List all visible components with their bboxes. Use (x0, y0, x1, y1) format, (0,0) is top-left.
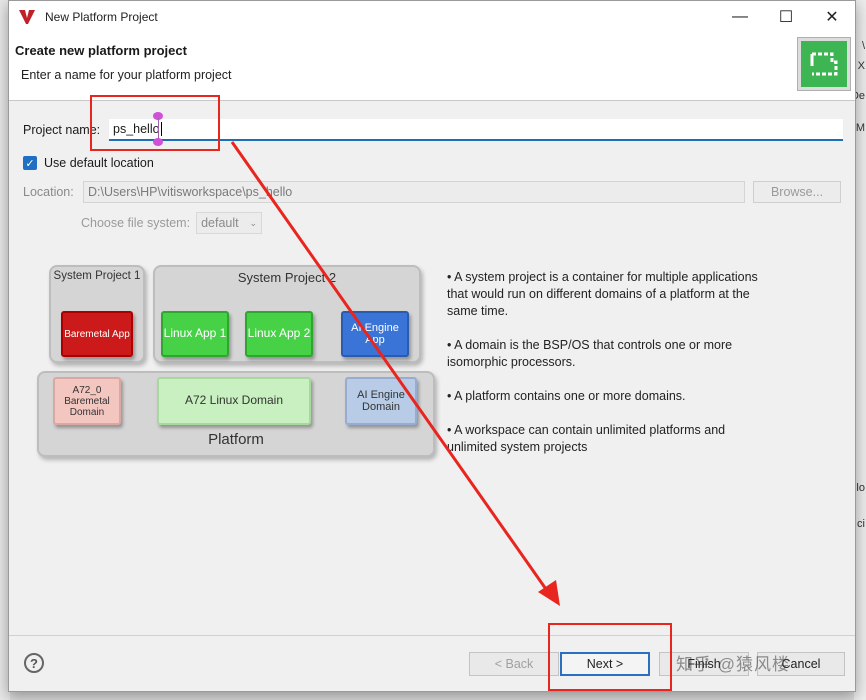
system-project-2-panel: System Project 2 Linux App 1 Linux App 2… (153, 265, 421, 363)
a72-linux-domain-block: A72 Linux Domain (157, 377, 311, 425)
minimize-icon: — (732, 8, 748, 25)
wizard-banner-image (797, 37, 851, 91)
file-system-value: default (201, 216, 239, 230)
text-selection-handle-bottom (153, 138, 163, 146)
info-paragraph: • A workspace can contain unlimited plat… (447, 423, 726, 454)
info-paragraph: • A domain is the BSP/OS that controls o… (447, 338, 733, 369)
linux-app-1-block: Linux App 1 (161, 311, 229, 357)
wizard-title: Create new platform project (15, 43, 187, 58)
info-text: • A system project is a container for mu… (447, 269, 767, 473)
bg-fragment: ci (857, 518, 865, 530)
footer-separator (9, 635, 855, 636)
close-icon: ✕ (825, 9, 839, 26)
system-project-1-title: System Project 1 (53, 270, 141, 282)
platform-wizard-icon (810, 52, 838, 76)
bg-fragment: X (857, 60, 865, 72)
use-default-location-label: Use default location (44, 156, 154, 170)
system-project-1-panel: System Project 1 Baremetal App (49, 265, 145, 363)
next-button-highlight-box (548, 623, 672, 691)
info-paragraph: • A platform contains one or more domain… (447, 389, 686, 403)
watermark-text: 知乎 @猿风楼 (676, 655, 790, 674)
bg-fragment: M (855, 122, 865, 134)
file-system-select[interactable]: default ⌄ (196, 212, 263, 234)
info-paragraph: • A system project is a container for mu… (447, 270, 758, 318)
wizard-subtitle: Enter a name for your platform project (21, 68, 232, 82)
use-default-location-checkbox[interactable]: ✓ (23, 156, 37, 170)
ai-engine-domain-block: AI Engine Domain (345, 377, 417, 425)
minimize-button[interactable]: — (717, 1, 763, 33)
close-button[interactable]: ✕ (809, 1, 855, 33)
vitis-logo-icon (19, 10, 35, 24)
file-system-label: Choose file system: (81, 216, 191, 230)
text-selection-line (158, 118, 159, 140)
platform-title: Platform (208, 431, 264, 448)
browse-button[interactable]: Browse... (753, 181, 841, 203)
platform-diagram: System Project 1 Baremetal App System Pr… (37, 263, 437, 459)
file-system-row: Choose file system: default ⌄ (81, 212, 263, 234)
wizard-header: Create new platform project Enter a name… (9, 33, 855, 101)
maximize-icon: ☐ (778, 9, 794, 26)
chevron-down-icon: ⌄ (249, 217, 258, 228)
maximize-button[interactable]: ☐ (763, 1, 809, 33)
help-icon[interactable]: ? (24, 653, 44, 673)
linux-app-2-block: Linux App 2 (245, 311, 313, 357)
checkmark-icon: ✓ (25, 157, 35, 170)
platform-panel: A72_0 Baremetal Domain A72 Linux Domain … (37, 371, 435, 457)
a72-0-domain-block: A72_0 Baremetal Domain (53, 377, 121, 425)
location-label: Location: (23, 185, 74, 199)
window-title: New Platform Project (45, 10, 158, 24)
bg-fragment: \ (861, 40, 865, 52)
system-project-2-title: System Project 2 (237, 270, 337, 285)
title-bar[interactable]: New Platform Project — ☐ ✕ (9, 1, 855, 33)
back-button[interactable]: < Back (469, 652, 559, 676)
location-input[interactable]: D:\Users\HP\vitisworkspace\ps_hello (83, 181, 745, 203)
use-default-location-row[interactable]: ✓ Use default location (23, 156, 154, 170)
location-row: Location: D:\Users\HP\vitisworkspace\ps_… (23, 181, 843, 203)
baremetal-app-block: Baremetal App (61, 311, 133, 357)
ai-engine-app-block: AI Engine App (341, 311, 409, 357)
